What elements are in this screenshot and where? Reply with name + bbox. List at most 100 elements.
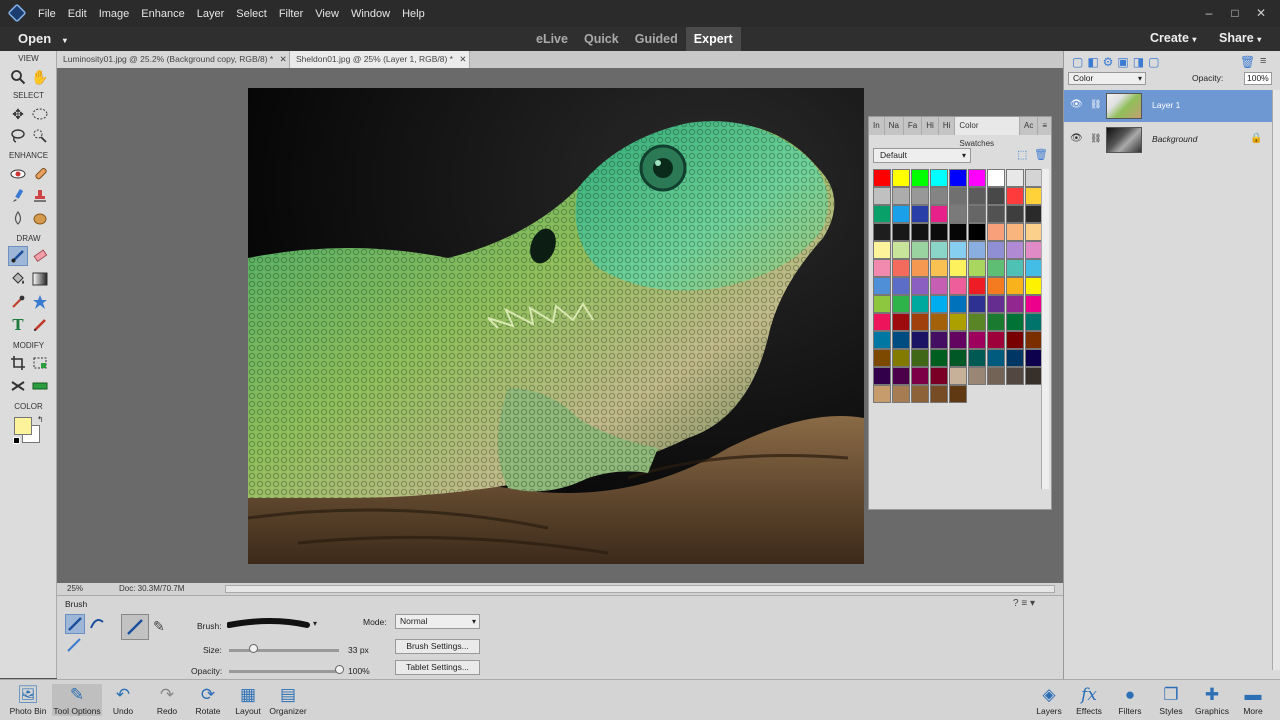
swatch-preset-dropdown[interactable]: Default ▾ [873, 148, 971, 163]
clone-stamp-tool-icon[interactable] [30, 186, 50, 206]
paint-bucket-tool-icon[interactable] [8, 269, 28, 289]
color-swatch[interactable] [930, 241, 948, 259]
organizer-button[interactable]: ▤ Organizer [268, 684, 308, 716]
color-swatch[interactable] [930, 205, 948, 223]
panel-tab-history[interactable]: Hi [939, 117, 956, 135]
color-swatch[interactable] [873, 385, 891, 403]
lasso-tool-icon[interactable] [8, 126, 28, 146]
color-swatch[interactable] [873, 331, 891, 349]
color-swatch[interactable] [987, 331, 1005, 349]
color-swatch[interactable] [949, 385, 967, 403]
color-swatch[interactable] [873, 295, 891, 313]
color-swatch[interactable] [968, 205, 986, 223]
color-swatch[interactable] [987, 241, 1005, 259]
link-icon[interactable]: ⛓ [1090, 99, 1101, 110]
horizontal-scrollbar[interactable] [225, 585, 1055, 593]
color-swatch[interactable] [949, 313, 967, 331]
layer-blend-mode-select[interactable]: Color ▾ [1068, 72, 1146, 85]
impressionist-brush-icon[interactable] [88, 614, 108, 634]
menu-view[interactable]: View [309, 8, 345, 20]
color-swatch[interactable] [911, 295, 929, 313]
color-swatch[interactable] [987, 367, 1005, 385]
color-swatch[interactable] [892, 223, 910, 241]
color-swatch[interactable] [930, 367, 948, 385]
menu-file[interactable]: File [32, 8, 62, 20]
panel-tab-histogram[interactable]: Hi [922, 117, 939, 135]
brush-stroke-preview[interactable] [226, 615, 310, 633]
menu-filter[interactable]: Filter [273, 8, 309, 20]
color-swatch[interactable] [892, 187, 910, 205]
color-swatch[interactable] [930, 385, 948, 403]
layers-button[interactable]: ◈ Layers [1032, 684, 1066, 716]
color-swatch[interactable] [930, 331, 948, 349]
color-swatch[interactable] [968, 295, 986, 313]
eye-icon[interactable]: 👁 [1070, 133, 1083, 144]
color-swatch[interactable] [873, 259, 891, 277]
layer-actions-toolbar[interactable]: ▢◧⚙▣◨▢ [1072, 55, 1163, 69]
color-swatch[interactable] [968, 187, 986, 205]
color-swatch[interactable] [892, 331, 910, 349]
color-swatch[interactable] [930, 223, 948, 241]
color-swatch[interactable] [1006, 169, 1024, 187]
menu-enhance[interactable]: Enhance [135, 8, 190, 20]
maximize-button[interactable]: □ [1222, 0, 1248, 27]
mode-expert[interactable]: Expert [685, 27, 741, 51]
color-swatch[interactable] [911, 241, 929, 259]
color-swatch[interactable] [911, 169, 929, 187]
color-swatch[interactable] [873, 169, 891, 187]
color-swatch[interactable] [949, 331, 967, 349]
close-icon[interactable]: ✕ [459, 54, 466, 64]
color-swatch[interactable] [968, 331, 986, 349]
panel-tab-actions[interactable]: Ac [1020, 117, 1039, 135]
color-swatch[interactable] [949, 295, 967, 313]
swap-colors-icon[interactable]: ↰ [37, 415, 44, 424]
color-swatch[interactable] [1006, 187, 1024, 205]
menu-layer[interactable]: Layer [191, 8, 231, 20]
more-button[interactable]: ▬ More [1238, 684, 1268, 716]
color-swatch[interactable] [1006, 313, 1024, 331]
color-swatch[interactable] [987, 205, 1005, 223]
share-button[interactable]: Share ▾ [1219, 31, 1261, 45]
color-swatch[interactable] [873, 223, 891, 241]
create-button[interactable]: Create ▾ [1150, 31, 1196, 45]
sponge-tool-icon[interactable] [30, 208, 50, 228]
filters-button[interactable]: ● Filters [1113, 684, 1147, 716]
close-button[interactable]: ✕ [1248, 0, 1274, 27]
doc-tab-luminosity[interactable]: Luminosity01.jpg @ 25.2% (Background cop… [57, 51, 290, 68]
undo-button[interactable]: ↶ Undo [108, 684, 138, 716]
brush-preset-icon[interactable] [65, 614, 85, 634]
rotate-button[interactable]: ⟳ Rotate [192, 684, 224, 716]
panel-tab-favorites[interactable]: Fa [904, 117, 923, 135]
color-swatch[interactable] [892, 259, 910, 277]
color-swatch[interactable] [968, 241, 986, 259]
menu-edit[interactable]: Edit [62, 8, 93, 20]
color-swatch[interactable] [873, 367, 891, 385]
panel-menu-icon[interactable]: ≡ [1260, 55, 1266, 67]
color-swatch[interactable] [949, 169, 967, 187]
color-swatch[interactable] [930, 313, 948, 331]
crop-tool-icon[interactable] [8, 353, 28, 373]
color-swatch[interactable] [873, 313, 891, 331]
trash-icon[interactable]: 🗑 [1240, 55, 1255, 69]
link-icon[interactable]: ⛓ [1090, 133, 1101, 144]
foreground-color-swatch[interactable] [14, 417, 32, 435]
close-icon[interactable]: ✕ [280, 54, 287, 64]
styles-button[interactable]: ❐ Styles [1154, 684, 1188, 716]
color-swatch[interactable] [892, 277, 910, 295]
color-swatch[interactable] [892, 169, 910, 187]
brush-mode-airbrush-icon[interactable] [121, 614, 149, 640]
layout-button[interactable]: ▦ Layout [232, 684, 264, 716]
color-swatch[interactable] [949, 349, 967, 367]
color-swatch[interactable] [930, 349, 948, 367]
color-swatch[interactable] [911, 277, 929, 295]
color-swatch[interactable] [911, 205, 929, 223]
menu-select[interactable]: Select [230, 8, 273, 20]
color-swatch[interactable] [892, 313, 910, 331]
default-colors-icon[interactable] [13, 437, 20, 444]
color-swatch[interactable] [1006, 259, 1024, 277]
layers-scrollbar[interactable] [1272, 90, 1280, 670]
recompose-tool-icon[interactable] [30, 353, 50, 373]
color-swatch[interactable] [987, 295, 1005, 313]
layer-row-layer1[interactable]: 👁 ⛓ Layer 1 [1064, 90, 1272, 122]
color-swatch[interactable] [1006, 331, 1024, 349]
